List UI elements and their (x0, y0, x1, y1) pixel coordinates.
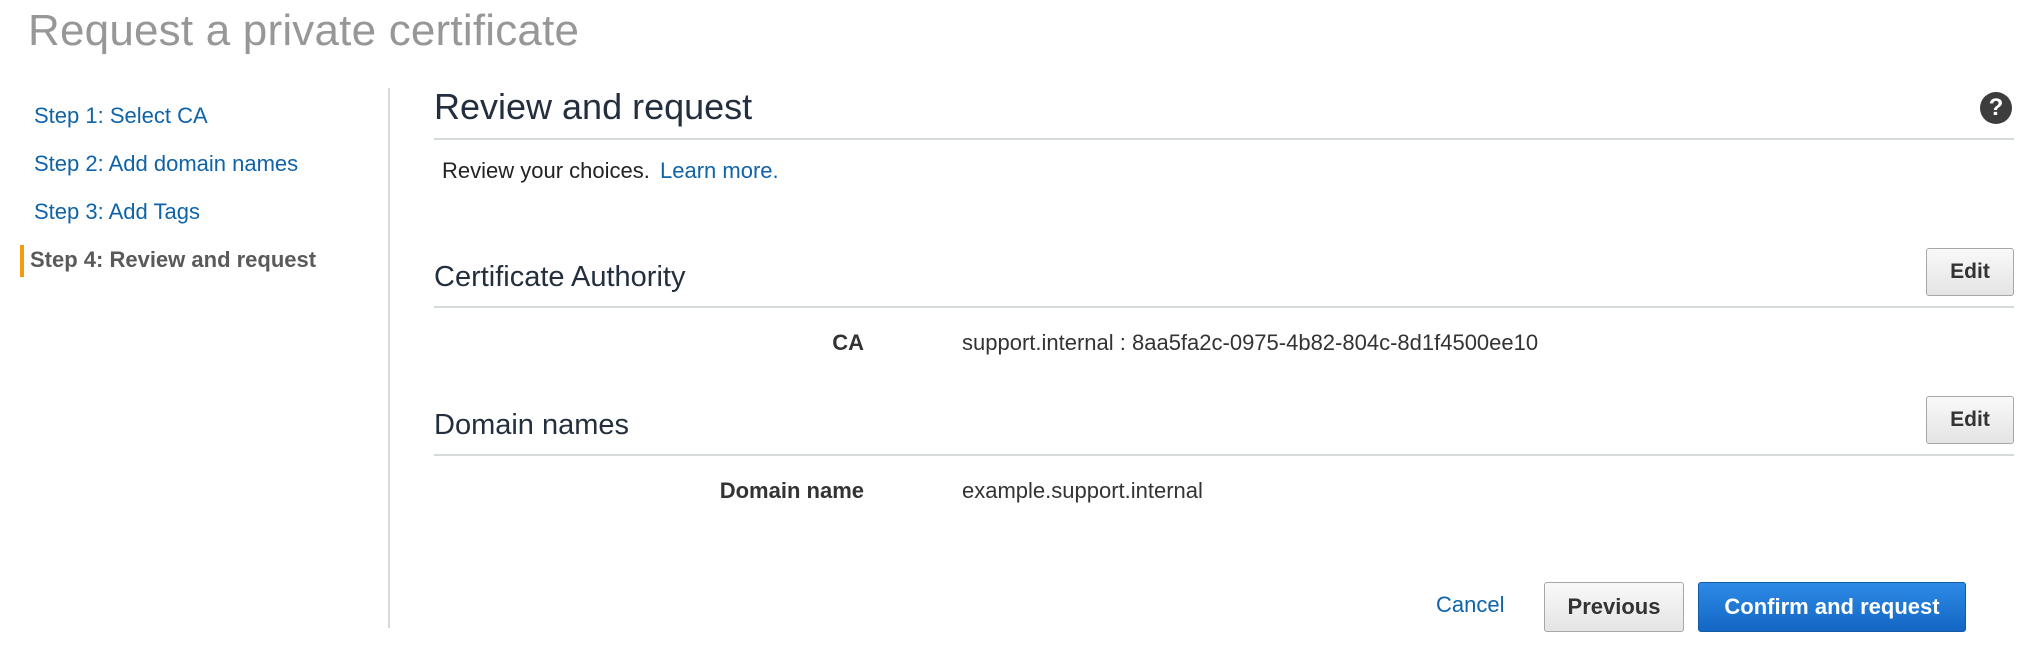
domain-name-value: example.support.internal (962, 478, 1203, 503)
domain-name-label: Domain name (719, 478, 864, 503)
step-1-select-ca[interactable]: Step 1: Select CA (20, 92, 380, 140)
wizard-steps-nav: Step 1: Select CA Step 2: Add domain nam… (20, 92, 380, 284)
question-circle-icon[interactable]: ? (1980, 92, 2012, 124)
page-title: Request a private certificate (28, 6, 580, 55)
domain-names-title: Domain names (434, 409, 630, 441)
previous-button[interactable]: Previous (1544, 582, 1684, 632)
intro-text: Review your choices. Learn more. (434, 158, 2014, 184)
main-content: Review and request ? Review your choices… (434, 80, 2014, 528)
certificate-authority-title: Certificate Authority (434, 261, 686, 293)
intro-description: Review your choices. (442, 158, 650, 183)
cancel-link[interactable]: Cancel (1436, 592, 1504, 618)
certificate-authority-section: Certificate Authority Edit CA support.in… (434, 248, 2014, 380)
sidebar-divider (388, 88, 390, 628)
wizard-actions: Cancel Previous Confirm and request (1400, 582, 1970, 632)
confirm-and-request-button[interactable]: Confirm and request (1698, 582, 1966, 632)
step-4-review-and-request: Step 4: Review and request (20, 236, 380, 284)
step-3-add-tags[interactable]: Step 3: Add Tags (20, 188, 380, 236)
ca-row: CA support.internal : 8aa5fa2c-0975-4b82… (434, 308, 2014, 380)
ca-value: support.internal : 8aa5fa2c-0975-4b82-80… (962, 330, 1539, 355)
ca-label: CA (832, 330, 864, 355)
review-header: Review and request ? (434, 80, 2014, 140)
learn-more-link[interactable]: Learn more. (660, 158, 779, 183)
request-private-certificate-page: Request a private certificate Step 1: Se… (0, 0, 2038, 658)
domain-names-header: Domain names Edit (434, 396, 2014, 456)
certificate-authority-header: Certificate Authority Edit (434, 248, 2014, 308)
domain-names-section: Domain names Edit Domain name example.su… (434, 396, 2014, 528)
section-title: Review and request (434, 86, 753, 127)
domain-name-row: Domain name example.support.internal (434, 456, 2014, 528)
step-2-add-domain-names[interactable]: Step 2: Add domain names (20, 140, 380, 188)
edit-domain-names-button[interactable]: Edit (1926, 396, 2014, 444)
edit-ca-button[interactable]: Edit (1926, 248, 2014, 296)
